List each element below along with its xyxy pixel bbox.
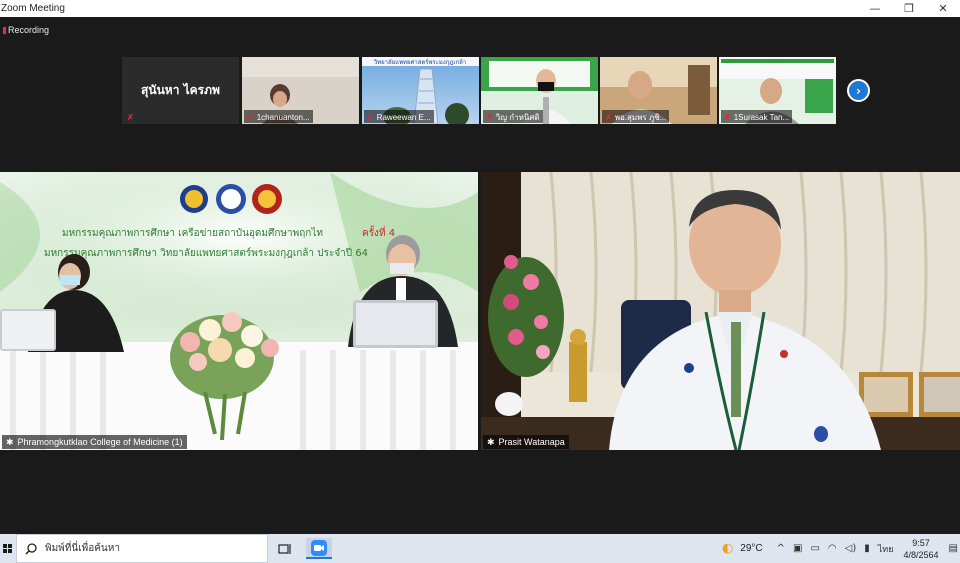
participant-thumb[interactable]: วิทยาลัยแพทยศาสตร์พระมงกุฎเกล้า ✗ Raweew… bbox=[362, 57, 479, 124]
restore-button[interactable]: ❐ bbox=[892, 0, 926, 17]
minimize-button[interactable]: — bbox=[858, 0, 892, 17]
clock-time: 9:57 bbox=[912, 537, 930, 548]
recording-icon bbox=[3, 27, 6, 34]
clock-date: 4/8/2564 bbox=[903, 549, 939, 560]
participant-thumb[interactable]: สุนันหา ไครภพ ✗ bbox=[122, 57, 239, 124]
recording-label: Recording bbox=[8, 25, 50, 35]
zoom-app-icon bbox=[311, 539, 327, 556]
zoom-taskbar-button[interactable] bbox=[306, 538, 332, 559]
chevron-up-icon[interactable]: ^ bbox=[777, 543, 785, 554]
participant-name-tag: ✗ bbox=[124, 110, 137, 123]
participant-name-tag: ✗ 1chanuanton... bbox=[244, 110, 313, 123]
network-share-icon[interactable]: ▣ bbox=[793, 543, 802, 554]
mic-icon: ✱ bbox=[6, 436, 14, 447]
participant-name: 1Surasak Tan... bbox=[733, 112, 790, 122]
participant-name-tag: ✗ 1Surasak Tan... bbox=[721, 110, 793, 123]
participant-name: 1chanuanton... bbox=[256, 112, 310, 122]
language-indicator[interactable]: ไทย bbox=[878, 542, 894, 556]
weather-icon[interactable]: ◐ bbox=[722, 541, 733, 556]
participant-display-name: สุนันหา ไครภพ bbox=[141, 83, 220, 97]
volume-icon[interactable]: ◁) bbox=[845, 543, 857, 554]
participant-name-tag: ✗ พอ.สุมพร ภูชิ... bbox=[602, 110, 670, 123]
participant-name: พอ.สุมพร ภูชิ... bbox=[614, 112, 667, 122]
windows-logo-icon bbox=[3, 543, 12, 553]
recording-indicator[interactable]: Recording bbox=[0, 25, 49, 35]
video-name-tag: ✱ Prasit Watanapa bbox=[483, 435, 569, 449]
participant-name: Raweewan E... bbox=[376, 112, 431, 122]
system-tray: ◐ 29°C ^ ▣ ▭ ◠ ◁) ▮ ไทย 9:57 4/8/2564 ▤ bbox=[718, 534, 960, 563]
search-placeholder: พิมพ์ที่นี่เพื่อค้นหา bbox=[45, 543, 120, 554]
clock[interactable]: 9:57 4/8/2564 bbox=[904, 537, 939, 561]
search-icon bbox=[25, 542, 37, 555]
meeting-area: Recording สุนันหา ไครภพ ✗ ✗ 1chanuanton.… bbox=[0, 17, 960, 534]
participant-thumb[interactable]: ✗ 1chanuanton... bbox=[242, 57, 359, 124]
window-title: Zoom Meeting bbox=[1, 3, 65, 14]
notifications-icon[interactable]: ▤ bbox=[949, 543, 958, 554]
wifi-icon[interactable]: ◠ bbox=[828, 543, 837, 554]
start-button[interactable] bbox=[0, 534, 16, 563]
banner-line-2: มหกรรมคุณภาพการศึกษา วิทยาลัยแพทยศาสตร์พ… bbox=[44, 247, 368, 259]
participant-name-tag: ✗ วิญ กำหนิศดิ bbox=[483, 110, 543, 123]
weather-temperature[interactable]: 29°C bbox=[740, 543, 762, 554]
taskbar: พิมพ์ที่นี่เพื่อค้นหา ◐ 29°C ^ ▣ ▭ ◠ ◁) … bbox=[0, 534, 960, 563]
participant-name: Phramongkutklao College of Medicine (1) bbox=[17, 437, 183, 447]
close-button[interactable]: ✕ bbox=[926, 0, 960, 17]
participant-name: วิญ กำหนิศดิ bbox=[495, 112, 540, 122]
window-titlebar: Zoom Meeting — ❐ ✕ bbox=[0, 0, 960, 17]
next-participants-button[interactable]: › bbox=[847, 79, 870, 102]
mic-muted-icon: ✗ bbox=[486, 112, 493, 122]
mic-muted-icon: ✗ bbox=[367, 112, 374, 122]
task-view-button[interactable] bbox=[272, 538, 298, 559]
participant-thumb[interactable]: ✗ วิญ กำหนิศดิ bbox=[481, 57, 598, 124]
mic-muted-icon: ✗ bbox=[247, 112, 254, 122]
mic-icon: ✱ bbox=[487, 436, 495, 447]
video-feed-office bbox=[481, 172, 960, 450]
taskbar-search[interactable]: พิมพ์ที่นี่เพื่อค้นหา bbox=[16, 534, 268, 563]
video-name-tag: ✱ Phramongkutklao College of Medicine (1… bbox=[2, 435, 187, 449]
banner-line-1: มหกรรมคุณภาพการศึกษา เครือข่ายสถาบันอุดม… bbox=[62, 227, 323, 239]
main-video-right[interactable]: ✱ Prasit Watanapa bbox=[481, 172, 960, 450]
mic-muted-icon: ✗ bbox=[605, 112, 612, 122]
thumb-banner: วิทยาลัยแพทยศาสตร์พระมงกุฎเกล้า bbox=[373, 58, 466, 66]
banner-line-1-suffix: ครั้งที่ 4 bbox=[362, 225, 395, 239]
video-feed-stage: มหกรรมคุณภาพการศึกษา เครือข่ายสถาบันอุดม… bbox=[0, 172, 478, 450]
main-video-left[interactable]: มหกรรมคุณภาพการศึกษา เครือข่ายสถาบันอุดม… bbox=[0, 172, 478, 450]
mic-muted-icon: ✗ bbox=[127, 112, 134, 122]
participant-thumb[interactable]: ✗ 1Surasak Tan... bbox=[719, 57, 836, 124]
participant-name: Prasit Watanapa bbox=[498, 437, 565, 447]
chevron-right-icon: › bbox=[856, 83, 861, 98]
task-view-icon bbox=[278, 543, 291, 554]
window-controls: — ❐ ✕ bbox=[858, 0, 960, 17]
participant-thumb[interactable]: ✗ พอ.สุมพร ภูชิ... bbox=[600, 57, 717, 124]
battery-icon[interactable]: ▭ bbox=[810, 543, 819, 554]
mic-muted-icon: ✗ bbox=[724, 112, 731, 122]
participant-name-tag: ✗ Raweewan E... bbox=[364, 110, 434, 123]
microphone-icon[interactable]: ▮ bbox=[864, 543, 870, 554]
